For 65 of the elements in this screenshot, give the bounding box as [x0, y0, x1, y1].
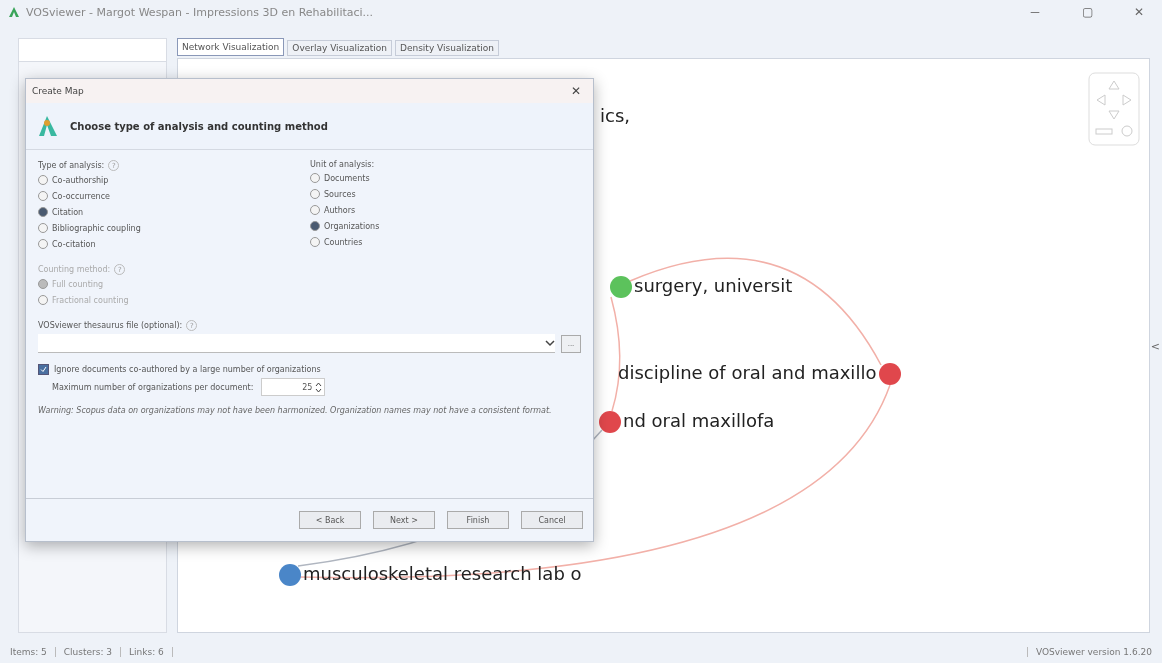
status-text: Clusters: 3 [63, 647, 122, 657]
radio-button[interactable] [310, 173, 320, 183]
group-label: Type of analysis: [38, 161, 105, 170]
radio-label: Co-authorship [52, 175, 109, 185]
radio-label: Documents [324, 173, 370, 183]
navigation-control-icon[interactable] [1087, 71, 1141, 147]
minimize-button[interactable]: ─ [1012, 0, 1058, 24]
node-label: musculoskeletal research lab o [303, 563, 582, 584]
cancel-button[interactable]: Cancel [521, 511, 583, 529]
tab[interactable]: Overlay Visualization [287, 40, 392, 56]
radio-label: Citation [52, 207, 84, 217]
thesaurus-combo[interactable] [38, 334, 555, 353]
checkbox-label: Ignore documents co-authored by a large number of organizations [54, 365, 321, 374]
radio-label: Co-citation [52, 239, 96, 249]
radio-button[interactable] [310, 205, 320, 215]
node-label: discipline of oral and maxillo [618, 362, 877, 383]
node-label: surgery, universit [634, 275, 793, 296]
group-label: Unit of analysis: [310, 160, 375, 169]
node-label: nd oral maxillofa [623, 410, 775, 431]
panel-toggle[interactable]: < [1150, 340, 1160, 353]
radio-label: Organizations [324, 221, 380, 231]
chevron-down-icon [545, 339, 555, 347]
radio-button[interactable] [38, 207, 48, 217]
number-spinner[interactable]: 25 [261, 378, 326, 396]
thesaurus-label: VOSviewer thesaurus file (optional): [38, 321, 183, 330]
app-logo-icon [8, 6, 20, 18]
next-button[interactable]: Next > [373, 511, 435, 529]
version-text: VOSviewer version 1.6.20 [1026, 647, 1152, 657]
radio-label: Fractional counting [52, 295, 129, 305]
status-text: Links: 6 [129, 647, 173, 657]
finish-button[interactable]: Finish [447, 511, 509, 529]
radio-button[interactable] [38, 175, 48, 185]
node-dot[interactable] [599, 411, 621, 433]
window-title: VOSviewer - Margot Wespan - Impressions 3D en Rehabilitaci... [26, 5, 375, 19]
checkbox[interactable] [38, 364, 49, 375]
radio-label: Sources [324, 189, 356, 199]
radio-button[interactable] [310, 237, 320, 247]
map-logo-icon [36, 114, 60, 138]
dialog-title: Create Map [32, 86, 85, 96]
max-label: Maximum number of organizations per document: [52, 382, 254, 392]
node-label: ics, [600, 105, 630, 126]
close-button[interactable]: ✕ [1116, 0, 1162, 24]
warning-text: Warning: Scopus data on organizations may not have been harmonized. Organization names may not have a consistent format. [38, 405, 553, 417]
node-dot[interactable] [879, 363, 901, 385]
radio-button[interactable] [38, 223, 48, 233]
group-label: Counting method: [38, 265, 111, 274]
browse-button[interactable]: ... [561, 334, 581, 353]
node-dot[interactable] [279, 564, 301, 586]
radio-label: Co-occurrence [52, 191, 110, 201]
dialog-heading: Choose type of analysis and counting method [70, 120, 328, 132]
radio-label: Authors [324, 205, 356, 215]
close-button[interactable]: ✕ [565, 83, 587, 99]
maximize-button[interactable]: ▢ [1064, 0, 1110, 24]
radio-button[interactable] [310, 189, 320, 199]
tab[interactable]: Network Visualization [177, 38, 285, 56]
status-text: Items: 5 [10, 647, 56, 657]
radio-label: Countries [324, 237, 363, 247]
radio-label: Bibliographic coupling [52, 223, 141, 233]
radio-label: Full counting [52, 279, 104, 289]
tab[interactable]: Density Visualization [395, 40, 499, 56]
radio-button[interactable] [38, 191, 48, 201]
back-button[interactable]: < Back [299, 511, 361, 529]
radio-button[interactable] [310, 221, 320, 231]
radio-button[interactable] [38, 239, 48, 249]
node-dot[interactable] [610, 276, 632, 298]
